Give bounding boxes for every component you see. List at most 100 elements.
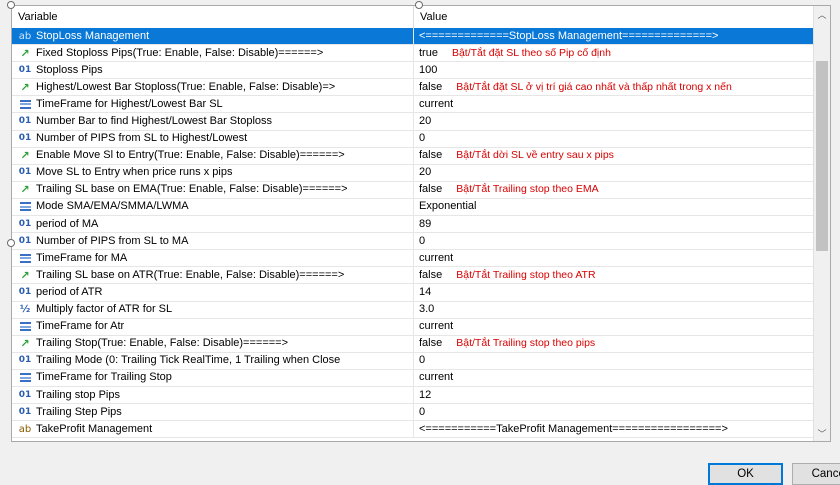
boolean-arrow-icon: ↗: [20, 268, 30, 282]
table-row[interactable]: 01 period of MA 89: [12, 216, 815, 234]
column-header-value[interactable]: Value: [414, 6, 815, 28]
variable-name: TimeFrame for Trailing Stop: [36, 371, 172, 384]
value-cell[interactable]: current: [414, 96, 815, 112]
variable-cell[interactable]: 01 period of MA: [12, 216, 414, 233]
value-cell[interactable]: Exponential: [414, 199, 815, 215]
variable-cell[interactable]: ↗ Highest/Lowest Bar Stoploss(True: Enabl…: [12, 79, 414, 96]
scroll-up-icon[interactable]: ︿: [814, 6, 830, 22]
value-text: current: [419, 251, 454, 264]
table-row[interactable]: ↗ Trailing SL base on ATR(True: Enable, F…: [12, 267, 815, 285]
value-cell[interactable]: current: [414, 370, 815, 386]
value-cell[interactable]: false Bật/Tắt đặt SL ở vị trí giá cao nhấ…: [414, 79, 815, 95]
table-row[interactable]: ↗ Trailing SL base on EMA(True: Enable, F…: [12, 181, 815, 199]
value-cell[interactable]: 0: [414, 353, 815, 369]
value-cell[interactable]: 14: [414, 284, 815, 300]
value-text: true: [419, 46, 438, 59]
variable-cell[interactable]: 01 Trailing stop Pips: [12, 386, 414, 404]
variable-cell[interactable]: ½ Multiply factor of ATR for SL: [12, 301, 414, 318]
variable-cell[interactable]: ↗ Trailing Stop(True: Enable, False: Disa…: [12, 335, 414, 352]
variable-cell[interactable]: 01 Trailing Mode (0: Trailing Tick RealTi…: [12, 352, 414, 369]
value-cell[interactable]: <=============StopLoss Management=======…: [414, 28, 815, 44]
table-row[interactable]: 01 Move SL to Entry when price runs x pip…: [12, 164, 815, 182]
table-row[interactable]: ↗ Enable Move Sl to Entry(True: Enable, F…: [12, 147, 815, 165]
integer-icon: 01: [18, 286, 32, 297]
variable-cell[interactable]: 01 Move SL to Entry when price runs x pip…: [12, 164, 414, 181]
variable-cell[interactable]: TimeFrame for Highest/Lowest Bar SL: [12, 96, 414, 113]
value-cell[interactable]: true Bật/Tắt đặt SL theo số Pip cố định: [414, 45, 815, 61]
table-row[interactable]: TimeFrame for Atr current: [12, 318, 815, 336]
variable-cell[interactable]: 01 Number Bar to find Highest/Lowest Bar …: [12, 113, 414, 130]
variable-cell[interactable]: ↗ Trailing SL base on EMA(True: Enable, F…: [12, 181, 414, 198]
vertical-scrollbar[interactable]: ︿ ﹀: [813, 6, 830, 441]
table-row[interactable]: TimeFrame for Highest/Lowest Bar SL curre…: [12, 96, 815, 114]
table-row[interactable]: 01 Number of PIPS from SL to MA 0: [12, 233, 815, 251]
variable-name: Trailing Step Pips: [36, 405, 122, 418]
value-cell[interactable]: 20: [414, 165, 815, 181]
variable-cell[interactable]: TimeFrame for MA: [12, 250, 414, 267]
table-row[interactable]: 01 Stoploss Pips 100: [12, 62, 815, 80]
variable-cell[interactable]: 01 Number of PIPS from SL to MA: [12, 233, 414, 250]
value-text: current: [419, 97, 454, 110]
table-row[interactable]: TimeFrame for Trailing Stop current: [12, 369, 815, 387]
boolean-arrow-icon: ↗: [20, 46, 30, 60]
table-row[interactable]: ab StopLoss Management <=============StopL…: [12, 28, 815, 46]
variable-cell[interactable]: TimeFrame for Atr: [12, 318, 414, 335]
resize-handle-left-middle[interactable]: [7, 239, 15, 247]
variable-cell[interactable]: 01 Number of PIPS from SL to Highest/Lowe…: [12, 130, 414, 147]
variable-name: TimeFrame for Atr: [36, 320, 125, 333]
value-cell[interactable]: current: [414, 319, 815, 335]
table-row[interactable]: ↗ Fixed Stoploss Pips(True: Enable, False…: [12, 45, 815, 63]
value-cell[interactable]: 89: [414, 216, 815, 232]
table-row[interactable]: 01 period of ATR 14: [12, 284, 815, 302]
scroll-down-icon[interactable]: ﹀: [814, 425, 830, 441]
variable-cell[interactable]: 01 Trailing Step Pips: [12, 404, 414, 421]
value-cell[interactable]: 20: [414, 113, 815, 129]
value-cell[interactable]: 0: [414, 404, 815, 420]
variable-name: Highest/Lowest Bar Stoploss(True: Enable…: [36, 80, 336, 93]
value-text: 3.0: [419, 303, 435, 316]
table-row[interactable]: ab TakeProfit Management <===========TakeP…: [12, 421, 815, 439]
variable-cell[interactable]: ↗ Fixed Stoploss Pips(True: Enable, False…: [12, 45, 414, 62]
integer-icon: 01: [18, 235, 32, 246]
value-cell[interactable]: <===========TakeProfit Management=======…: [414, 421, 815, 437]
cancel-button[interactable]: Cancel: [792, 463, 840, 485]
value-cell[interactable]: 3.0: [414, 302, 815, 318]
variable-cell[interactable]: Mode SMA/EMA/SMMA/LWMA: [12, 198, 414, 216]
table-row[interactable]: 01 Trailing Step Pips 0: [12, 404, 815, 422]
value-cell[interactable]: 0: [414, 131, 815, 147]
table-row[interactable]: 01 Number of PIPS from SL to Highest/Lowe…: [12, 130, 815, 148]
variable-cell[interactable]: ab StopLoss Management: [12, 28, 414, 45]
value-text: false: [419, 149, 443, 162]
resize-handle-top-left[interactable]: [7, 1, 15, 9]
table-row[interactable]: Mode SMA/EMA/SMMA/LWMA Exponential: [12, 198, 815, 217]
table-row[interactable]: ↗ Trailing Stop(True: Enable, False: Disa…: [12, 335, 815, 353]
column-header-variable[interactable]: Variable: [12, 6, 414, 28]
enum-list-icon: [18, 251, 32, 265]
value-cell[interactable]: 0: [414, 233, 815, 249]
table-row[interactable]: 01 Trailing Mode (0: Trailing Tick RealTi…: [12, 352, 815, 370]
table-row[interactable]: ↗ Highest/Lowest Bar Stoploss(True: Enabl…: [12, 79, 815, 97]
value-cell[interactable]: false Bật/Tắt Trailing stop theo pips: [414, 336, 815, 352]
variable-cell[interactable]: ↗ Enable Move Sl to Entry(True: Enable, F…: [12, 147, 414, 164]
value-cell[interactable]: false Bật/Tắt Trailing stop theo EMA: [414, 182, 815, 198]
table-row[interactable]: 01 Trailing stop Pips 12: [12, 386, 815, 405]
ok-button[interactable]: OK: [708, 463, 783, 485]
value-text: 0: [419, 234, 426, 247]
value-cell[interactable]: current: [414, 250, 815, 266]
value-cell[interactable]: false Bật/Tắt Trailing stop theo ATR: [414, 267, 815, 283]
scrollbar-thumb[interactable]: [816, 61, 828, 251]
value-text: current: [419, 320, 454, 333]
value-cell[interactable]: false Bật/Tắt dời SL về entry sau x pips: [414, 148, 815, 164]
table-row[interactable]: TimeFrame for MA current: [12, 250, 815, 268]
variable-cell[interactable]: TimeFrame for Trailing Stop: [12, 369, 414, 386]
value-note: Bật/Tắt đặt SL ở vị trí giá cao nhất và …: [456, 80, 732, 93]
value-cell[interactable]: 100: [414, 62, 815, 78]
variable-cell[interactable]: 01 Stoploss Pips: [12, 62, 414, 79]
variable-cell[interactable]: 01 period of ATR: [12, 284, 414, 301]
table-row[interactable]: ½ Multiply factor of ATR for SL 3.0: [12, 301, 815, 319]
table-row[interactable]: 01 Number Bar to find Highest/Lowest Bar …: [12, 113, 815, 131]
variable-cell[interactable]: ↗ Trailing SL base on ATR(True: Enable, F…: [12, 267, 414, 284]
variable-cell[interactable]: ab TakeProfit Management: [12, 421, 414, 438]
resize-handle-top-middle[interactable]: [415, 1, 423, 9]
value-cell[interactable]: 12: [414, 387, 815, 403]
